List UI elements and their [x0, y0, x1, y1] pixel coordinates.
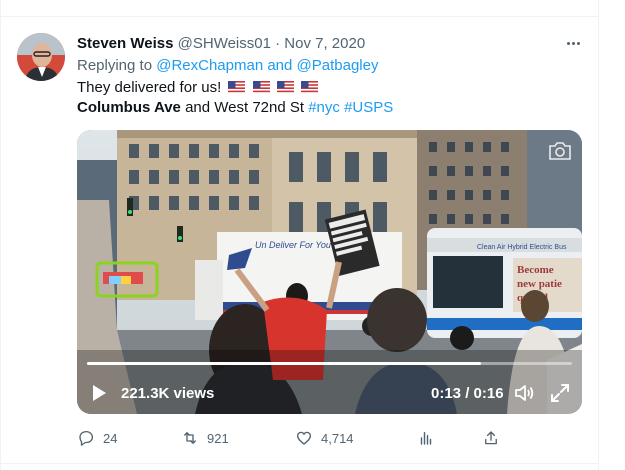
truck-text: Un Deliver For You: [255, 240, 331, 250]
volume-icon[interactable]: [513, 382, 535, 404]
author-handle[interactable]: @SHWeiss01: [178, 35, 271, 52]
flag-icon: [228, 80, 246, 93]
flag-icon: [252, 80, 270, 93]
progress-bar[interactable]: [87, 362, 572, 365]
reply-count: 24: [103, 430, 118, 446]
time-display: 0:13 / 0:16: [431, 385, 504, 402]
like-button[interactable]: 4,714: [295, 427, 354, 449]
tweet-text-line1: They delivered for us!: [77, 78, 318, 98]
video-player[interactable]: Un Deliver For You Become new patie quir…: [77, 130, 582, 414]
analytics-icon: [420, 432, 432, 445]
tweet-actions: 24 921 4,714: [77, 427, 582, 449]
share-button[interactable]: [482, 427, 500, 449]
flag-icon: [300, 80, 318, 93]
bus-text: Clean Air Hybrid Electric Bus: [477, 244, 567, 251]
bottom-divider: [0, 463, 599, 464]
avatar[interactable]: [17, 33, 65, 81]
like-count: 4,714: [321, 430, 354, 446]
camera-icon: [547, 140, 573, 162]
retweet-count: 921: [207, 430, 229, 446]
play-icon[interactable]: [91, 384, 107, 402]
tweet-text: They delivered for us!: [77, 79, 222, 96]
retweet-icon: [184, 432, 196, 444]
separator: ·: [275, 35, 281, 52]
hashtags[interactable]: #nyc #USPS: [308, 99, 393, 116]
fullscreen-icon[interactable]: [549, 382, 571, 404]
tweet-header: Steven Weiss @SHWeiss01 · Nov 7, 2020: [77, 34, 365, 54]
reply-icon: [79, 430, 94, 446]
flag-icon: [276, 80, 294, 93]
analytics-button[interactable]: [417, 427, 435, 449]
svg-text:new patie: new patie: [517, 278, 562, 290]
author-name[interactable]: Steven Weiss: [77, 35, 173, 52]
more-icon[interactable]: [562, 32, 584, 54]
video-frame: Un Deliver For You Become new patie quir…: [77, 130, 582, 414]
replying-mentions[interactable]: @RexChapman and @Patbagley: [156, 57, 378, 74]
share-icon: [485, 431, 497, 445]
tweet-text-line2: Columbus Ave and West 72nd St #nyc #USPS: [77, 98, 393, 118]
top-divider: [0, 16, 599, 17]
replying-prefix: Replying to: [77, 57, 157, 74]
like-icon: [296, 431, 312, 445]
progress-fill: [87, 362, 482, 365]
retweet-button[interactable]: 921: [181, 427, 229, 449]
view-count: 221.3K views: [121, 385, 215, 402]
reply-button[interactable]: 24: [77, 427, 117, 449]
location-rest: and West 72nd St: [180, 99, 309, 116]
replying-to: Replying to @RexChapman and @Patbagley: [77, 56, 378, 76]
right-border: [598, 0, 599, 470]
location-bold: Columbus Ave: [77, 99, 181, 116]
svg-text:Become: Become: [517, 264, 554, 276]
tweet-date[interactable]: Nov 7, 2020: [284, 35, 365, 52]
left-border: [0, 0, 1, 470]
